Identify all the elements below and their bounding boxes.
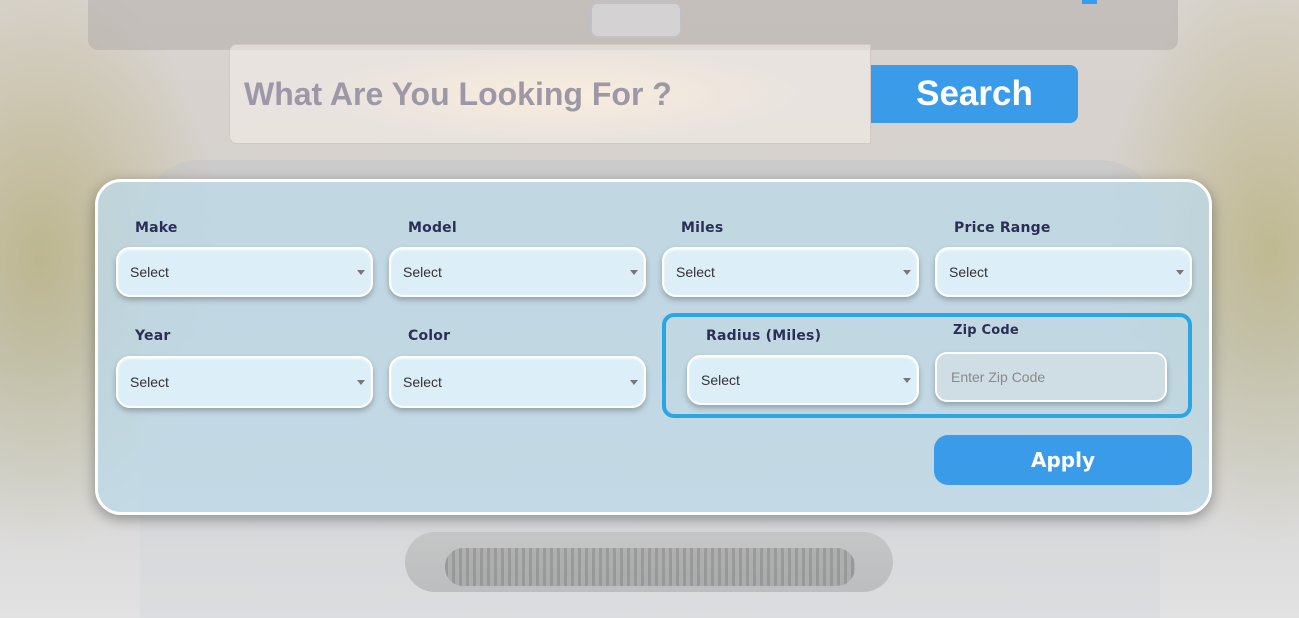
miles-label: Miles xyxy=(681,220,724,236)
make-select[interactable]: Select xyxy=(116,247,373,297)
model-label: Model xyxy=(408,220,457,236)
search-input[interactable] xyxy=(229,44,871,144)
radius-label: Radius (Miles) xyxy=(706,328,822,344)
chevron-down-icon xyxy=(903,270,911,275)
search-button[interactable]: Search xyxy=(871,65,1078,123)
chevron-down-icon xyxy=(630,270,638,275)
year-select-value: Select xyxy=(130,374,169,390)
miles-select[interactable]: Select xyxy=(662,247,919,297)
make-label: Make xyxy=(135,220,178,236)
zip-code-label: Zip Code xyxy=(953,323,1019,338)
price-range-select-value: Select xyxy=(949,264,988,280)
miles-select-value: Select xyxy=(676,264,715,280)
zip-code-input[interactable] xyxy=(935,352,1167,402)
color-label: Color xyxy=(408,328,451,344)
price-range-select[interactable]: Select xyxy=(935,247,1192,297)
background-car-grille xyxy=(445,548,855,586)
model-select[interactable]: Select xyxy=(389,247,646,297)
price-range-label: Price Range xyxy=(954,220,1051,236)
model-select-value: Select xyxy=(403,264,442,280)
year-label: Year xyxy=(135,328,171,344)
chevron-down-icon xyxy=(630,380,638,385)
chevron-down-icon xyxy=(1176,270,1184,275)
radius-select-value: Select xyxy=(701,372,740,388)
make-select-value: Select xyxy=(130,264,169,280)
accent-marker xyxy=(1082,0,1097,4)
background-logo-plate xyxy=(590,2,682,38)
chevron-down-icon xyxy=(903,378,911,383)
apply-button[interactable]: Apply xyxy=(934,435,1192,485)
color-select[interactable]: Select xyxy=(389,356,646,408)
year-select[interactable]: Select xyxy=(116,356,373,408)
color-select-value: Select xyxy=(403,374,442,390)
chevron-down-icon xyxy=(357,380,365,385)
radius-select[interactable]: Select xyxy=(687,355,919,405)
chevron-down-icon xyxy=(357,270,365,275)
